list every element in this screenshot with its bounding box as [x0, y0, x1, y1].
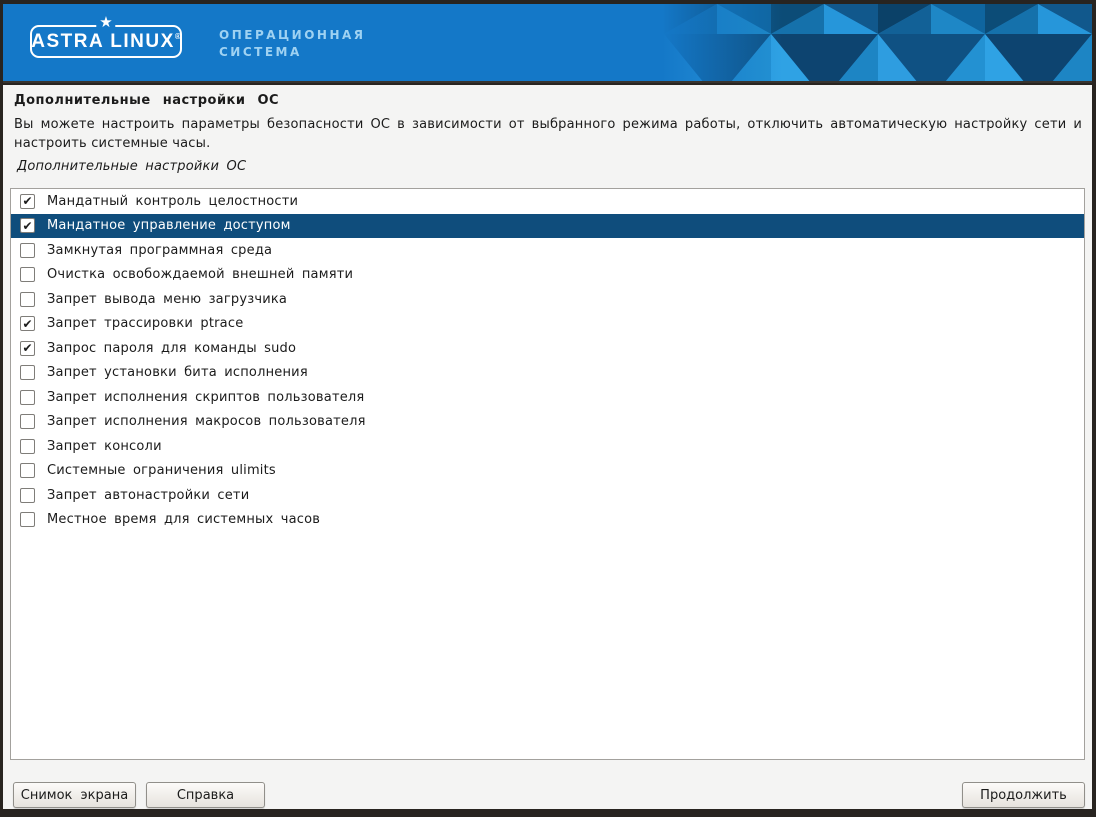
option-label: Запрет автонастройки сети: [47, 488, 249, 503]
options-list[interactable]: ✔ Мандатный контроль целостности ✔ Манда…: [10, 188, 1085, 760]
option-label: Мандатное управление доступом: [47, 218, 291, 233]
list-item[interactable]: ✔ Мандатное управление доступом: [11, 214, 1084, 239]
checkbox[interactable]: [20, 439, 35, 454]
installer-window: ★ ASTRA LINUX® ОПЕРАЦИОННАЯ СИСТЕМА Допо…: [0, 0, 1096, 817]
list-item[interactable]: Очистка освобождаемой внешней памяти: [11, 263, 1084, 288]
checkbox[interactable]: [20, 267, 35, 282]
option-label: Замкнутая программная среда: [47, 243, 272, 258]
header-facet-pattern: [662, 4, 1092, 83]
checkbox[interactable]: [20, 512, 35, 527]
header-banner: ★ ASTRA LINUX® ОПЕРАЦИОННАЯ СИСТЕМА: [3, 4, 1092, 83]
page-title: Дополнительные настройки ОС: [14, 93, 279, 108]
list-item[interactable]: Запрет консоли: [11, 434, 1084, 459]
option-label: Мандатный контроль целостности: [47, 194, 298, 209]
option-label: Запрет вывода меню загрузчика: [47, 292, 287, 307]
brand-caption: ОПЕРАЦИОННАЯ СИСТЕМА: [219, 27, 366, 61]
checkbox[interactable]: [20, 292, 35, 307]
list-item[interactable]: Запрет исполнения скриптов пользователя: [11, 385, 1084, 410]
astra-linux-logo: ★ ASTRA LINUX®: [30, 25, 182, 58]
checkbox[interactable]: [20, 414, 35, 429]
registered-mark: ®: [175, 32, 181, 41]
page-description: Вы можете настроить параметры безопаснос…: [14, 115, 1082, 153]
option-label: Запрет установки бита исполнения: [47, 365, 308, 380]
option-label: Запрет консоли: [47, 439, 162, 454]
list-item[interactable]: Системные ограничения ulimits: [11, 459, 1084, 484]
list-item[interactable]: Запрет вывода меню загрузчика: [11, 287, 1084, 312]
list-item[interactable]: ✔ Запрос пароля для команды sudo: [11, 336, 1084, 361]
help-button[interactable]: Справка: [146, 782, 265, 808]
option-label: Местное время для системных часов: [47, 512, 320, 527]
checkbox[interactable]: [20, 390, 35, 405]
option-label: Запрет трассировки ptrace: [47, 316, 243, 331]
list-item[interactable]: Местное время для системных часов: [11, 508, 1084, 533]
option-label: Запрет исполнения скриптов пользователя: [47, 390, 364, 405]
checkbox[interactable]: ✔: [20, 194, 35, 209]
page-subtitle: Дополнительные настройки ОС: [17, 159, 246, 174]
list-item[interactable]: ✔ Мандатный контроль целостности: [11, 189, 1084, 214]
option-label: Системные ограничения ulimits: [47, 463, 276, 478]
list-item[interactable]: Запрет установки бита исполнения: [11, 361, 1084, 386]
continue-button[interactable]: Продолжить: [962, 782, 1085, 808]
checkbox[interactable]: [20, 488, 35, 503]
logo-text: ASTRA LINUX®: [31, 31, 180, 53]
option-label: Запрет исполнения макросов пользователя: [47, 414, 366, 429]
star-icon: ★: [96, 15, 115, 30]
checkbox[interactable]: ✔: [20, 341, 35, 356]
checkbox[interactable]: [20, 463, 35, 478]
checkbox[interactable]: ✔: [20, 218, 35, 233]
list-item[interactable]: ✔ Запрет трассировки ptrace: [11, 312, 1084, 337]
list-item[interactable]: Замкнутая программная среда: [11, 238, 1084, 263]
list-item[interactable]: Запрет исполнения макросов пользователя: [11, 410, 1084, 435]
list-item[interactable]: Запрет автонастройки сети: [11, 483, 1084, 508]
option-label: Очистка освобождаемой внешней памяти: [47, 267, 353, 282]
checkbox[interactable]: ✔: [20, 316, 35, 331]
content-area: Дополнительные настройки ОС Вы можете на…: [3, 85, 1092, 809]
option-label: Запрос пароля для команды sudo: [47, 341, 296, 356]
checkbox[interactable]: [20, 365, 35, 380]
screenshot-button[interactable]: Снимок экрана: [13, 782, 136, 808]
checkbox[interactable]: [20, 243, 35, 258]
